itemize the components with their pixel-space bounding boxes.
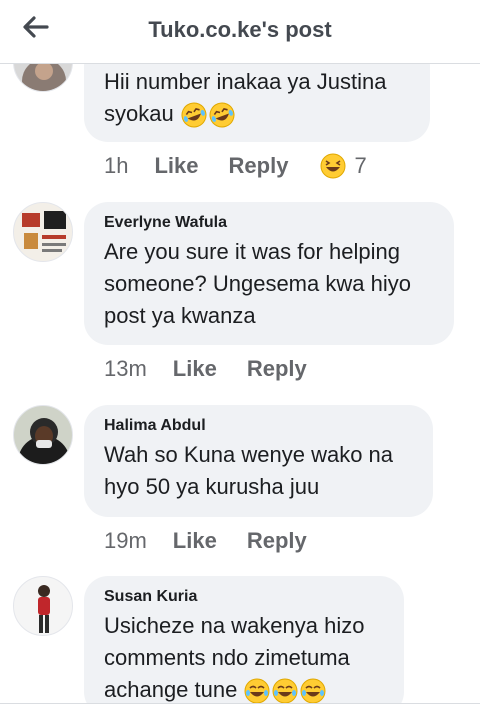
haha-reaction-icon — [320, 153, 346, 179]
comment-text: Are you sure it was for helping someone?… — [104, 239, 411, 328]
like-button[interactable]: Like — [173, 356, 217, 382]
reaction-count: 7 — [354, 153, 367, 178]
comment-author[interactable]: Susan Kuria — [104, 588, 384, 606]
tears-of-joy-emoji-icon — [244, 678, 270, 704]
avatar[interactable] — [13, 202, 73, 262]
comment-bubble[interactable]: Halima Abdul Wah so Kuna wenye wako na h… — [84, 405, 433, 517]
page-title: Tuko.co.ke's post — [148, 17, 332, 42]
comment-actions: 13m Like Reply — [104, 356, 337, 382]
comment-actions: 1h Like Reply 7 — [104, 153, 367, 179]
comment-text: Wah so Kuna wenye wako na hyo 50 ya kuru… — [104, 442, 394, 499]
like-button[interactable]: Like — [154, 153, 198, 179]
reply-button[interactable]: Reply — [247, 356, 307, 382]
comment-time: 1h — [104, 153, 129, 178]
comment-text: Hii number inakaa ya Justina syokau — [104, 69, 387, 126]
like-button[interactable]: Like — [173, 528, 217, 554]
reply-button[interactable]: Reply — [229, 153, 289, 179]
comment-bubble[interactable]: Susan Kuria Usicheze na wakenya hizo com… — [84, 576, 404, 710]
reply-button[interactable]: Reply — [247, 528, 307, 554]
avatar[interactable] — [13, 576, 73, 636]
rofl-emoji-icon — [181, 102, 207, 128]
comment-author[interactable]: Halima Abdul — [104, 417, 413, 435]
rofl-emoji-icon — [209, 102, 235, 128]
avatar[interactable] — [13, 405, 73, 465]
reaction-summary[interactable]: 7 — [320, 153, 367, 179]
comment-author[interactable]: Everlyne Wafula — [104, 214, 434, 232]
bottom-divider — [0, 703, 480, 710]
comment-actions: 19m Like Reply — [104, 528, 337, 554]
tears-of-joy-emoji-icon — [272, 678, 298, 704]
tears-of-joy-emoji-icon — [300, 678, 326, 704]
comment-time: 13m — [104, 356, 147, 381]
comment-bubble[interactable]: Everlyne Wafula Are you sure it was for … — [84, 202, 454, 345]
app-header: Tuko.co.ke's post — [0, 0, 480, 64]
comment-time: 19m — [104, 528, 147, 553]
